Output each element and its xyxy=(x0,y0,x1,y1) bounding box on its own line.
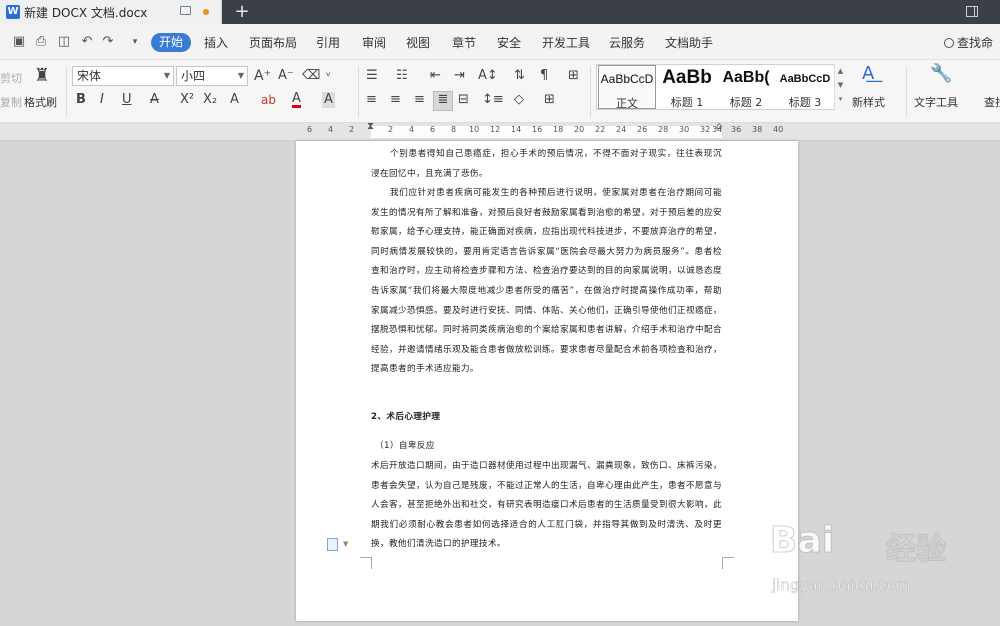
print-preview-icon[interactable]: ◫ xyxy=(57,35,71,49)
style-heading-2[interactable]: AaBb( 标题 2 xyxy=(717,65,775,109)
distributed-icon[interactable]: ⊟ xyxy=(458,92,469,108)
format-painter-icon[interactable]: ♜ xyxy=(32,67,52,85)
tab-security[interactable]: 安全 xyxy=(497,34,521,51)
chevron-down-icon: ▼ xyxy=(237,71,244,80)
style-gallery-scroll[interactable]: ▲ ▼ ▾ xyxy=(834,64,846,110)
clear-format-icon[interactable]: ⌫ xyxy=(302,68,320,84)
document-page[interactable]: 个别患者得知自己患癌症，担心手术的预后情况，不得不面对子现实，往往表现沉浸在回忆… xyxy=(296,141,798,621)
tab-insert[interactable]: 插入 xyxy=(204,34,228,51)
bullet-list-icon[interactable]: ☰ xyxy=(366,68,378,84)
show-marks-icon[interactable]: ¶ xyxy=(540,68,548,84)
highlight-icon[interactable]: ab xyxy=(261,92,276,108)
document-tab[interactable]: W 新建 DOCX 文档.docx xyxy=(0,0,222,24)
ruler-text-area xyxy=(371,126,722,138)
chevron-down-icon: ▼ xyxy=(163,71,170,80)
wps-writer-icon: W xyxy=(6,5,20,19)
menu-bar: ▣ ⎙ ◫ ↶ ↷ ▾ 开始 插入 页面布局 引用 审阅 视图 章节 安全 开发… xyxy=(0,24,1000,60)
italic-icon[interactable]: I xyxy=(100,92,104,108)
text-effect-icon[interactable]: A xyxy=(230,92,239,108)
numbered-list-icon[interactable]: ☷ xyxy=(396,68,408,84)
bold-icon[interactable]: B xyxy=(76,92,86,108)
text-tools-button[interactable]: 文字工具 xyxy=(914,94,958,110)
tab-view[interactable]: 视图 xyxy=(406,34,430,51)
print-icon[interactable]: ⎙ xyxy=(34,35,48,49)
chevron-down-icon[interactable]: ▼ xyxy=(343,540,348,548)
paragraph-3: 术后开放造口期间，由于造口器材使用过程中出现漏气、漏粪现象，致伤口、床裤污染，患… xyxy=(371,461,722,550)
save-icon[interactable]: ▣ xyxy=(12,35,26,49)
justify-icon[interactable]: ≣ xyxy=(433,91,453,111)
align-left-icon[interactable]: ≡ xyxy=(366,92,377,108)
search-command[interactable]: 查找命 xyxy=(944,34,993,51)
tab-doc-assistant[interactable]: 文档助手 xyxy=(665,34,713,51)
first-line-indent-marker[interactable]: ⧗ xyxy=(367,121,374,132)
decrease-indent-icon[interactable]: ⇤ xyxy=(430,68,441,84)
line-spacing-icon[interactable]: ↕≡ xyxy=(482,92,504,108)
format-painter-button[interactable]: 格式刷 xyxy=(24,94,57,110)
shading-fill-icon[interactable]: ◇ xyxy=(514,92,524,108)
watermark-url: jingyan.baidu.com xyxy=(772,576,911,595)
margin-corner-left xyxy=(360,557,372,569)
tab-references[interactable]: 引用 xyxy=(316,34,340,51)
style-heading-1[interactable]: AaBb 标题 1 xyxy=(658,65,716,109)
customize-quick-access-icon[interactable]: ▾ xyxy=(128,35,142,49)
style-gallery: AaBbCcD 正文 AaBb 标题 1 AaBb( 标题 2 AaBbCcD … xyxy=(596,64,846,110)
monitor-icon[interactable] xyxy=(180,6,191,15)
font-size-select[interactable]: 小四 ▼ xyxy=(176,66,248,86)
grow-font-icon[interactable]: A⁺ xyxy=(254,68,271,84)
tab-home[interactable]: 开始 xyxy=(151,33,191,52)
align-right-icon[interactable]: ≡ xyxy=(414,92,425,108)
redo-icon[interactable]: ↷ xyxy=(101,35,115,49)
title-bar: W 新建 DOCX 文档.docx + xyxy=(0,0,1000,24)
horizontal-ruler[interactable]: 6 4 2 2 4 6 8 10 12 14 16 18 20 22 24 26… xyxy=(0,121,1000,141)
font-color-icon[interactable]: A xyxy=(292,92,301,108)
window-layout-icon[interactable] xyxy=(966,6,978,17)
style-normal[interactable]: AaBbCcD 正文 xyxy=(598,65,656,110)
table-border-icon[interactable]: ⊞ xyxy=(568,68,579,84)
search-icon xyxy=(944,38,954,48)
tab-page-layout[interactable]: 页面布局 xyxy=(249,34,297,51)
undo-icon[interactable]: ↶ xyxy=(80,35,94,49)
paragraph-2: 我们应针对患者疾病可能发生的各种预后进行说明，使家属对患者在治疗期间可能发生的情… xyxy=(371,188,722,375)
cut-button[interactable]: 剪切 xyxy=(0,70,22,86)
document-side-icon[interactable] xyxy=(327,538,338,551)
jingyan-text: 经验 xyxy=(886,532,947,568)
font-name-select[interactable]: 宋体 ▼ xyxy=(72,66,174,86)
tab-developer[interactable]: 开发工具 xyxy=(542,34,590,51)
style-heading-3[interactable]: AaBbCcD 标题 3 xyxy=(776,65,834,109)
baidu-jingyan-watermark: Bai 经验 jingyan.baidu.com xyxy=(769,520,995,610)
tab-cloud-service[interactable]: 云服务 xyxy=(609,34,645,51)
new-style-icon[interactable]: A͟ xyxy=(862,65,874,83)
tab-chapter[interactable]: 章节 xyxy=(452,34,476,51)
superscript-icon[interactable]: X² xyxy=(180,92,194,108)
underline-icon[interactable]: U xyxy=(122,92,132,108)
shrink-font-icon[interactable]: A⁻ xyxy=(278,68,294,84)
baidu-logo: Bai xyxy=(769,520,835,562)
sort-icon[interactable]: ⇅ xyxy=(514,68,525,84)
align-center-icon[interactable]: ≡ xyxy=(390,92,401,108)
borders-icon[interactable]: ⊞ xyxy=(544,92,555,108)
right-indent-marker[interactable]: ⌂ xyxy=(716,121,722,132)
sub-heading: （1）自卑反应 xyxy=(375,441,435,451)
text-direction-icon[interactable]: A↕ xyxy=(478,68,498,84)
new-style-button[interactable]: 新样式 xyxy=(852,94,885,110)
text-tools-icon[interactable]: 🔧 xyxy=(930,65,952,83)
paragraph-1: 个别患者得知自己患癌症，担心手术的预后情况，不得不面对子现实，往往表现沉浸在回忆… xyxy=(371,149,722,179)
unsaved-dot-icon xyxy=(203,9,209,15)
copy-button[interactable]: 复制 xyxy=(0,94,22,110)
margin-corner-right xyxy=(722,557,734,569)
tab-review[interactable]: 审阅 xyxy=(362,34,386,51)
ribbon-toolbar: 剪切 复制 ♜ 格式刷 宋体 ▼ 小四 ▼ A⁺ A⁻ ⌫ ᵛ B I U A X²… xyxy=(0,60,1000,123)
increase-indent-icon[interactable]: ⇥ xyxy=(454,68,465,84)
char-shading-icon[interactable]: A xyxy=(322,92,335,108)
document-tab-title: 新建 DOCX 文档.docx xyxy=(24,6,148,20)
subscript-icon[interactable]: X₂ xyxy=(203,92,217,108)
section-heading: 2、术后心理护理 xyxy=(371,412,441,422)
new-tab-button[interactable]: + xyxy=(232,0,252,24)
phonetic-guide-icon[interactable]: ᵛ xyxy=(326,68,331,84)
find-replace-button[interactable]: 查找 xyxy=(984,94,1000,110)
strikethrough-icon[interactable]: A xyxy=(150,92,159,108)
